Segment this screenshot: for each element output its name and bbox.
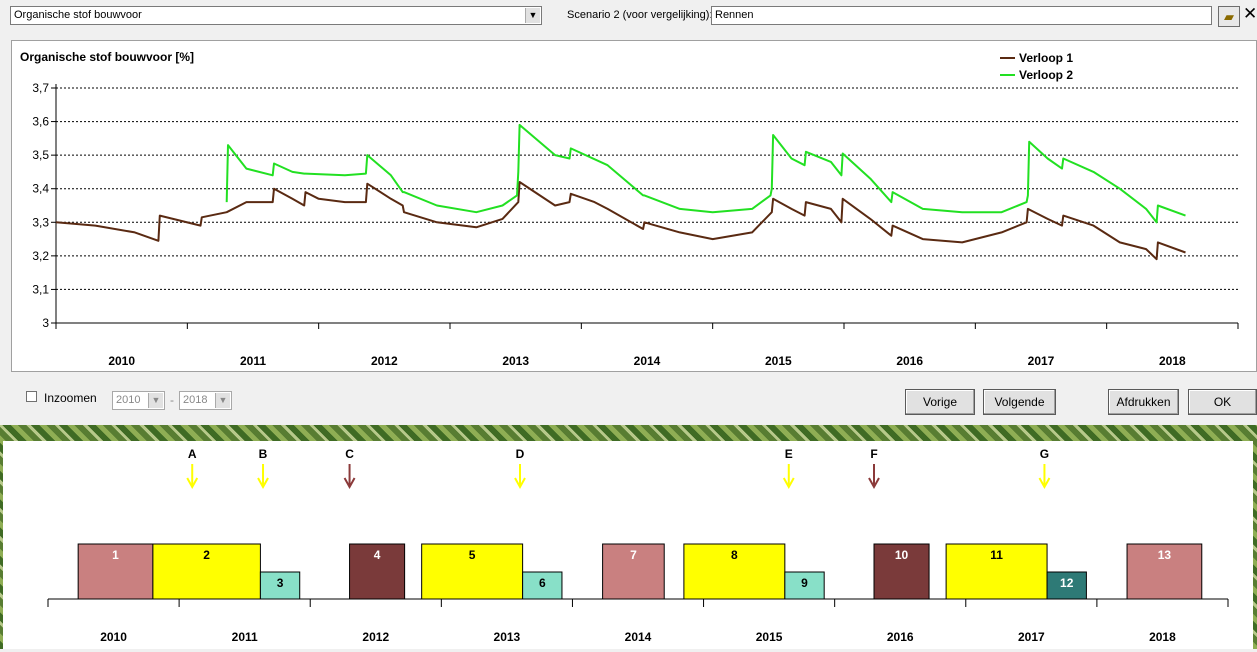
- timeline-year-label: 2013: [494, 630, 521, 644]
- series-line: [225, 123, 1186, 224]
- series-line: [55, 181, 1186, 261]
- legend-label: Verloop 1: [1019, 51, 1073, 65]
- chart-panel: Organische stof bouwvoor [%] 3 3,1 3,2 3,3 3,…: [11, 40, 1257, 372]
- timeline-block-label: 3: [277, 576, 284, 590]
- timeline-chart: 2010 2011 2012 2013 2014 2015 2016 2017 20181 234…: [47, 447, 1229, 644]
- zoom-label: Inzoomen: [44, 391, 97, 405]
- y-tick-label: 3,7: [32, 81, 49, 95]
- year-range-separator: -: [170, 393, 174, 407]
- year-from-select[interactable]: 2010 ▼: [112, 391, 165, 410]
- chart-title: Organische stof bouwvoor [%]: [20, 50, 194, 64]
- timeline-year-label: 2010: [100, 630, 127, 644]
- timeline-year-label: 2018: [1149, 630, 1176, 644]
- legend-label: Verloop 2: [1019, 68, 1073, 82]
- timeline-year-label: 2011: [232, 630, 258, 644]
- variable-select[interactable]: Organische stof bouwvoor ▼: [10, 6, 542, 25]
- y-tick-label: 3,4: [32, 182, 49, 196]
- timeline-panel: 2010 2011 2012 2013 2014 2015 2016 2017 2018 1 2 3 4…: [3, 441, 1253, 649]
- timeline-block-label: 10: [895, 548, 909, 562]
- event-letter: D: [516, 447, 525, 461]
- timeline-year-label: 2014: [625, 630, 652, 644]
- x-tick-label: 2011: [240, 354, 266, 368]
- zoom-checkbox[interactable]: [26, 391, 37, 402]
- timeline-year-label: 2015: [756, 630, 783, 644]
- ok-button[interactable]: OK: [1188, 389, 1257, 415]
- timeline-year-label: 2012: [362, 630, 389, 644]
- y-tick-label: 3,2: [32, 249, 49, 263]
- timeline-block-label: 13: [1158, 548, 1172, 562]
- event-letter: G: [1040, 447, 1049, 461]
- chevron-down-icon[interactable]: ▼: [215, 393, 230, 408]
- x-tick-label: 2017: [1028, 354, 1055, 368]
- timeline-block-label: 1: [112, 548, 119, 562]
- print-button[interactable]: Afdrukken: [1108, 389, 1179, 415]
- scenario-field[interactable]: Rennen: [711, 6, 1212, 25]
- previous-button[interactable]: Vorige: [905, 389, 975, 415]
- x-tick-label: 2013: [502, 354, 529, 368]
- timeline-block-label: 6: [539, 576, 546, 590]
- line-chart: Organische stof bouwvoor [%] 3 3,1 3,2 3,3 3,…: [20, 50, 1239, 368]
- y-tick-label: 3,5: [32, 148, 49, 162]
- timeline-year-label: 2017: [1018, 630, 1045, 644]
- x-tick-label: 2015: [765, 354, 792, 368]
- x-tick-label: 2014: [634, 354, 661, 368]
- variable-select-value: Organische stof bouwvoor: [14, 9, 142, 21]
- event-letter: E: [785, 447, 793, 461]
- y-tick-label: 3,6: [32, 115, 49, 129]
- y-tick-label: 3,3: [32, 215, 49, 229]
- timeline-block-label: 12: [1060, 576, 1074, 590]
- x-tick-label: 2016: [896, 354, 923, 368]
- close-icon[interactable]: ✕: [1243, 4, 1257, 24]
- chevron-down-icon[interactable]: ▼: [525, 8, 540, 23]
- next-button[interactable]: Volgende: [983, 389, 1056, 415]
- timeline-block-label: 5: [469, 548, 476, 562]
- timeline-block-label: 8: [731, 548, 738, 562]
- x-tick-label: 2018: [1159, 354, 1186, 368]
- event-letter: F: [870, 447, 877, 461]
- folder-open-icon[interactable]: ▰: [1218, 6, 1240, 27]
- year-to-value: 2018: [183, 394, 208, 406]
- x-tick-label: 2012: [371, 354, 398, 368]
- timeline-block-label: 2: [203, 548, 210, 562]
- event-letter: C: [345, 447, 354, 461]
- year-from-value: 2010: [116, 394, 141, 406]
- year-to-select[interactable]: 2018 ▼: [179, 391, 232, 410]
- scenario-label: Scenario 2 (voor vergelijking):: [567, 9, 713, 21]
- timeline-block-label: 11: [990, 548, 1003, 562]
- event-letter: A: [188, 447, 197, 461]
- timeline-block-label: 4: [374, 548, 381, 562]
- timeline-year-label: 2016: [887, 630, 914, 644]
- timeline-block-label: 7: [630, 548, 637, 562]
- timeline-block-label: 9: [801, 576, 808, 590]
- x-tick-label: 2010: [108, 354, 135, 368]
- chevron-down-icon[interactable]: ▼: [148, 393, 163, 408]
- y-tick-label: 3,1: [32, 282, 49, 296]
- y-tick-label: 3: [42, 316, 49, 330]
- event-letter: B: [259, 447, 268, 461]
